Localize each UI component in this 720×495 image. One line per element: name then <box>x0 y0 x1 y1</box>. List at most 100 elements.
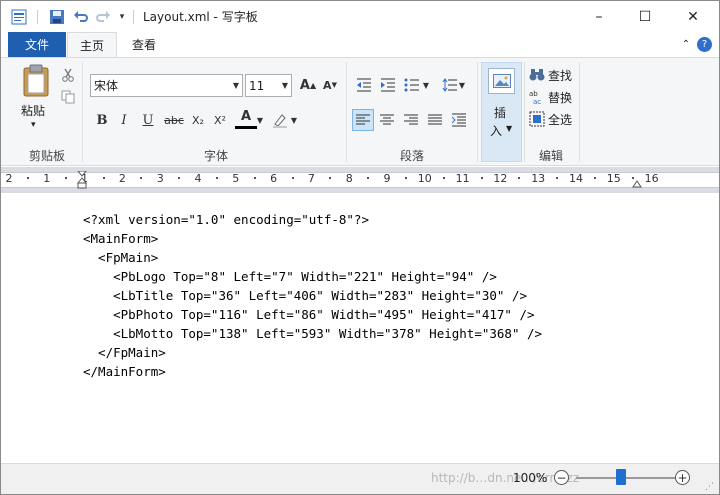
highlight-icon[interactable] <box>269 109 291 131</box>
indent-marker-icon[interactable] <box>76 170 88 189</box>
chevron-down-icon: ▼ <box>232 81 239 90</box>
editing-group-label: 编辑 <box>538 149 563 163</box>
ruler-tick <box>556 177 559 179</box>
chevron-down-icon[interactable]: ▼ <box>289 109 299 131</box>
ruler-number: 11 <box>455 172 470 185</box>
ruler[interactable]: 2 1 1 2 3 4 5 6 7 8 9 10 11 12 13 14 15 16 <box>1 167 719 193</box>
paragraph-settings-icon[interactable] <box>448 109 470 131</box>
select-all-button[interactable]: 全选 <box>529 110 572 128</box>
zoom-slider-track[interactable] <box>576 477 676 479</box>
ruler-tick <box>480 177 483 179</box>
chevron-down-icon[interactable]: ▼ <box>255 109 265 131</box>
copy-icon[interactable] <box>57 86 79 108</box>
decrease-indent-icon[interactable] <box>353 74 375 96</box>
ruler-tick <box>64 177 67 179</box>
ruler-number: 1 <box>43 172 51 185</box>
clipboard-group-label: 剪贴板 <box>28 149 65 163</box>
chevron-down-icon[interactable]: ▼ <box>457 74 467 96</box>
ruler-number: 4 <box>194 172 202 185</box>
paste-dropdown-icon[interactable]: ▾ <box>31 120 36 130</box>
insert-label-2: 入 <box>490 124 503 138</box>
ruler-number: 2 <box>5 172 13 185</box>
maximize-button[interactable]: ☐ <box>622 1 668 32</box>
grow-font-icon[interactable]: A ▲ <box>297 74 319 96</box>
undo-icon[interactable] <box>71 7 91 27</box>
zoom-in-button[interactable]: + <box>675 470 690 485</box>
document-line: <PbPhoto Top="116" Left="86" Width="495"… <box>83 307 535 322</box>
save-icon[interactable] <box>47 7 67 27</box>
subscript-button[interactable]: X₂ <box>187 109 209 131</box>
ruler-number: 16 <box>644 172 659 185</box>
redo-icon[interactable] <box>93 7 113 27</box>
font-family-select[interactable]: 宋体 ▼ <box>90 74 243 97</box>
ruler-number: 3 <box>156 172 164 185</box>
document-line: <?xml version="1.0" encoding="utf-8"?> <box>83 212 369 227</box>
ruler-number: 15 <box>606 172 621 185</box>
tab-view[interactable]: 查看 <box>121 32 167 57</box>
text-color-button[interactable]: A <box>235 107 257 129</box>
ribbon-home: 粘贴 ▾ 剪贴板 宋体 ▼ 11 ▼ A ▲ A ▼ B I U abc X₂ X²… <box>1 57 719 166</box>
ruler-number: 14 <box>569 172 583 185</box>
ruler-tick <box>215 177 218 179</box>
ruler-tick <box>102 177 105 179</box>
increase-indent-icon[interactable] <box>377 74 399 96</box>
ruler-number: 7 <box>307 172 315 185</box>
find-label: 查找 <box>548 68 573 83</box>
minimize-button[interactable]: – <box>576 1 622 32</box>
italic-button[interactable]: I <box>113 109 135 131</box>
ruler-number: 9 <box>383 172 391 185</box>
bold-button[interactable]: B <box>91 109 113 131</box>
ribbon-tabs: 文件 主页 查看 ⌃ ? <box>1 32 719 57</box>
strikethrough-button[interactable]: abc <box>161 109 187 131</box>
paste-button[interactable]: 粘贴 ▾ <box>17 64 53 138</box>
document-text[interactable]: <?xml version="1.0" encoding="utf-8"?> <M… <box>83 210 542 381</box>
align-center-icon[interactable] <box>376 109 398 131</box>
tab-file[interactable]: 文件 <box>8 32 66 57</box>
superscript-button[interactable]: X² <box>209 109 231 131</box>
zoom-out-button[interactable]: − <box>554 470 569 485</box>
ruler-tick <box>518 177 521 179</box>
collapse-ribbon-icon[interactable]: ⌃ <box>677 32 695 57</box>
close-button[interactable]: ✕ <box>668 1 718 32</box>
shrink-font-icon[interactable]: A ▼ <box>319 74 341 96</box>
chevron-down-icon: ▼ <box>281 81 288 90</box>
group-separator <box>524 62 525 162</box>
zoom-slider-thumb[interactable] <box>616 469 626 485</box>
document-line: <LbMotto Top="138" Left="593" Width="378… <box>83 326 543 341</box>
replace-button[interactable]: ab ac 替换 <box>529 88 572 106</box>
replace-icon: abac <box>529 90 541 105</box>
find-button[interactable]: 查找 <box>529 66 572 84</box>
group-separator <box>477 62 478 162</box>
right-indent-marker-icon[interactable] <box>632 177 642 189</box>
ruler-number: 5 <box>232 172 240 185</box>
tab-home[interactable]: 主页 <box>67 32 117 57</box>
insert-label-1: 插 <box>494 106 507 120</box>
font-family-value: 宋体 <box>94 79 119 93</box>
toolbar-divider-2 <box>131 7 135 27</box>
resize-grip-icon[interactable]: ⋰ <box>705 482 714 492</box>
document-line: <MainForm> <box>83 231 159 246</box>
zoom-level[interactable]: 100% <box>513 471 547 485</box>
align-right-icon[interactable] <box>400 109 422 131</box>
justify-icon[interactable] <box>424 109 446 131</box>
underline-button[interactable]: U <box>137 109 159 131</box>
help-icon[interactable]: ? <box>697 37 712 52</box>
paste-label: 粘贴 <box>21 104 46 118</box>
customize-toolbar-dropdown-icon[interactable]: ▾ <box>115 7 129 27</box>
font-size-select[interactable]: 11 ▼ <box>245 74 292 97</box>
bullet-list-icon[interactable] <box>401 74 423 96</box>
ruler-tick <box>593 177 596 179</box>
document-line: <PbLogo Top="8" Left="7" Width="221" Hei… <box>83 269 497 284</box>
document-area[interactable]: <?xml version="1.0" encoding="utf-8"?> <M… <box>1 193 719 463</box>
cut-icon[interactable] <box>57 64 79 86</box>
wordpad-app-icon[interactable] <box>9 7 29 27</box>
binoculars-icon <box>529 69 545 81</box>
toolbar-divider <box>35 7 39 27</box>
picture-icon <box>488 68 515 94</box>
insert-button[interactable]: 插 入 ▼ <box>481 62 522 162</box>
document-line: <LbTitle Top="36" Left="406" Width="283"… <box>83 288 528 303</box>
chevron-down-icon: ▼ <box>506 124 513 133</box>
paste-icon <box>23 64 49 97</box>
align-left-icon[interactable] <box>352 109 374 131</box>
chevron-down-icon[interactable]: ▼ <box>421 74 431 96</box>
